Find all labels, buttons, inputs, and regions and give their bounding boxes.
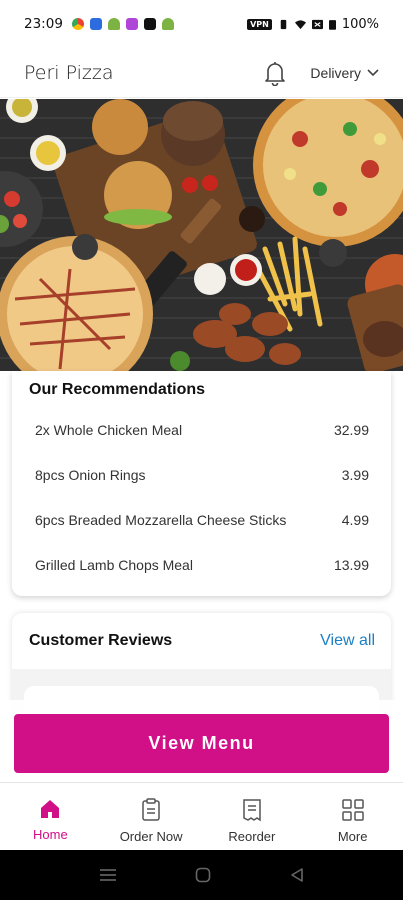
nav-label: Reorder [228, 829, 276, 844]
bell-icon [265, 61, 286, 86]
nav-label: Order Now [119, 829, 183, 844]
app-icon-black [143, 18, 156, 30]
order-icon [142, 798, 160, 821]
app-header: Peri Pizza Delivery [0, 48, 403, 98]
nav-reorder[interactable]: Reorder [202, 783, 303, 850]
home-button-icon[interactable] [195, 867, 211, 883]
nav-order-now[interactable]: Order Now [101, 783, 202, 850]
reviews-title: Customer Reviews [29, 632, 173, 649]
recommendation-item[interactable]: 6pcs Breaded Mozzarella Cheese Sticks 4.… [35, 512, 369, 528]
vpn-icon: VPN [247, 18, 272, 30]
item-name: 8pcs Onion Rings [35, 467, 146, 483]
recommendation-item[interactable]: Grilled Lamb Chops Meal 13.99 [35, 557, 369, 573]
system-nav-bar [0, 850, 403, 900]
bottom-nav: Home Order Now Reorder More [0, 782, 403, 850]
back-icon[interactable] [290, 867, 304, 883]
recommendations-card: Our Recommendations 2x Whole Chicken Mea… [12, 371, 391, 596]
home-icon [41, 800, 60, 818]
item-name: Grilled Lamb Chops Meal [35, 557, 193, 573]
messenger-icon [89, 18, 102, 30]
receipt-icon [243, 799, 261, 822]
grid-icon [341, 799, 364, 821]
view-all-link[interactable]: View all [320, 632, 375, 650]
recommendations-title: Our Recommendations [29, 381, 206, 398]
notifications-button[interactable] [262, 60, 288, 86]
recommendation-item[interactable]: 8pcs Onion Rings 3.99 [35, 467, 369, 483]
reviews-header: Customer Reviews View all [12, 613, 391, 669]
signal-icon [311, 19, 323, 29]
status-right: VPN 100% [247, 17, 379, 32]
delivery-mode-select[interactable]: Delivery [310, 65, 379, 81]
chrome-icon [71, 18, 84, 30]
item-price: 4.99 [341, 512, 369, 528]
page-title: Peri Pizza [24, 61, 114, 84]
notification-icons [71, 18, 174, 30]
nav-label: More [337, 829, 368, 844]
item-price: 13.99 [333, 557, 369, 573]
android-icon-2 [161, 18, 174, 30]
item-name: 2x Whole Chicken Meal [35, 422, 183, 438]
battery-percent: 100% [341, 16, 379, 32]
vibrate-icon [280, 19, 287, 29]
nav-label: Home [33, 827, 68, 842]
cta-container: View Menu [0, 700, 403, 782]
wifi-icon [294, 19, 306, 29]
hero-food-image [0, 99, 403, 371]
nav-more[interactable]: More [302, 783, 403, 850]
battery-icon [328, 19, 336, 30]
recents-icon[interactable] [99, 868, 117, 882]
nav-home[interactable]: Home [0, 783, 101, 850]
status-bar: 23:09 VPN 100% [0, 0, 403, 48]
food-illustration [0, 99, 403, 371]
recommendation-item[interactable]: 2x Whole Chicken Meal 32.99 [35, 422, 369, 438]
item-price: 32.99 [333, 422, 369, 438]
view-menu-button[interactable]: View Menu [14, 714, 389, 773]
item-price: 3.99 [341, 467, 369, 483]
android-icon [107, 18, 120, 30]
delivery-label: Delivery [310, 64, 361, 81]
item-name: 6pcs Breaded Mozzarella Cheese Sticks [35, 512, 287, 528]
status-time: 23:09 [24, 16, 63, 32]
chevron-down-icon [367, 68, 379, 76]
app-icon [125, 18, 138, 30]
